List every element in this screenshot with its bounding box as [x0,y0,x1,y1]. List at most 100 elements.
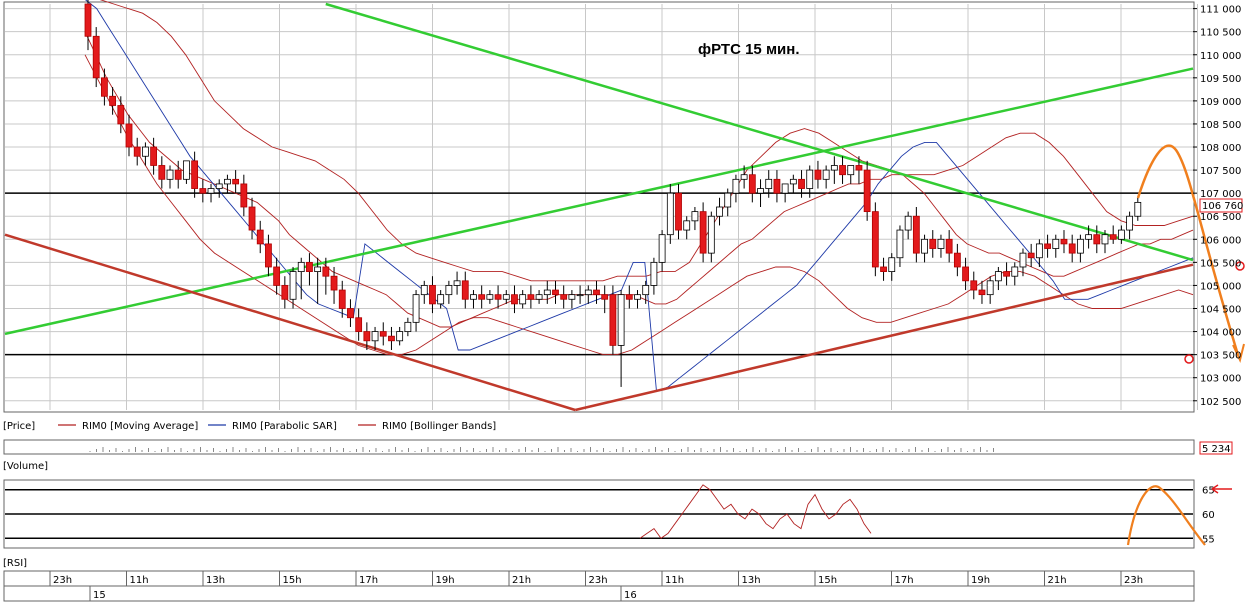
candle-bear [511,294,518,305]
candle-bear [199,188,207,194]
time-label: 15h [283,575,302,586]
candle-bull [683,220,691,231]
candle-bear [609,294,617,346]
candle-bull [789,178,797,185]
candle-bear [478,294,486,300]
candle-bear [929,238,937,249]
candle-bear [133,146,141,157]
candle-bear [125,123,133,148]
rsi-tick-label: 65 [1202,486,1215,497]
legend-item: RIM0 [Parabolic SAR] [232,421,337,432]
price-panel-label: [Price] [3,421,35,432]
candle-bull [166,169,174,180]
rsi-tick-label: 60 [1202,510,1215,521]
candle-bull [207,188,215,194]
y-tick-label: 108 000 [1200,143,1241,154]
y-tick-label: 108 500 [1200,120,1241,131]
day-axis [3,585,1195,602]
candle-bear [552,289,559,296]
candle-bear [1093,234,1101,245]
candle-bear [773,178,781,194]
candle-bull [642,285,650,296]
candle-bull [740,174,748,180]
time-label: 19h [971,575,990,586]
candle-bull [617,294,625,346]
candle-bull [1035,243,1043,259]
candle-bear [355,317,363,332]
candle-bear [232,178,240,185]
candle-bear [306,261,313,272]
y-tick-label: 111 000 [1200,5,1241,16]
candle-bull [142,146,149,157]
candle-bear [1068,243,1076,254]
candle-bull [716,206,723,217]
candle-bull [289,271,297,300]
time-label: 17h [895,575,914,586]
candle-bear [174,169,182,180]
candle-bull [437,294,445,305]
y-tick-label: 102 500 [1200,397,1241,408]
time-label: 23h [589,575,608,586]
candle-bear [461,280,469,300]
candle-bear [839,165,846,176]
candle-bull [937,238,945,249]
candle-bear [593,289,600,296]
candle-bull [215,183,223,189]
legend-item: RIM0 [Bollinger Bands] [382,421,496,432]
candle-bear [953,252,961,268]
candle-bear [814,169,822,180]
candle-bull [1117,229,1125,240]
candle-bull [1134,201,1142,217]
legend: RIM0 [Moving Average] RIM0 [Parabolic SAR… [58,421,496,432]
candle-bull [757,188,764,194]
time-label: 19h [436,575,455,586]
time-label: 21h [512,575,531,586]
candle-bull [396,331,404,342]
candle-bull [888,257,896,272]
candle-bull [994,271,1002,282]
candle-bear [1109,234,1117,240]
candle-bull [1011,266,1019,277]
candle-bear [970,280,978,291]
candle-bull [1052,238,1060,249]
candle-bull [806,169,814,189]
y-tick-label: 103 000 [1200,374,1241,385]
candle-bull [420,285,428,296]
candle-bear [150,146,158,166]
candle-bull [297,261,305,272]
candle-bear [240,183,248,208]
candle-bull [183,160,190,180]
candle-bull [470,294,477,300]
time-label: 21h [1048,575,1067,586]
candle-bear [191,160,199,189]
candle-bull [781,183,789,194]
candle-bear [429,285,436,305]
candle-bear [601,294,609,300]
candle-bull [1076,238,1084,254]
y-tick-label: 107 500 [1200,166,1241,177]
y-tick-label: 109 500 [1200,74,1241,85]
candle-bear [912,215,920,254]
candle-bull [921,238,928,254]
candle-bull [584,289,592,296]
candle-bear [338,289,346,309]
candle-bear [748,174,756,194]
chart-title: фРТС 15 мин. [698,41,800,58]
candle-bear [625,294,633,300]
candle-bull [1101,234,1109,245]
candle-bull [666,192,674,236]
candle-bull [1085,234,1092,240]
candle-bear [1044,243,1051,249]
candle-bear [101,77,108,97]
y-tick-label: 110 000 [1200,51,1241,62]
candle-bull [314,266,322,272]
candle-bull [1019,252,1027,268]
y-tick-label: 105 000 [1200,281,1241,292]
candle-bear [330,275,338,291]
candle-bear [158,165,166,180]
legend-item: RIM0 [Moving Average] [82,421,198,432]
candle-bull [650,261,658,286]
candle-bull [724,192,732,208]
candle-bull [576,294,584,297]
y-tick-label: 103 500 [1200,351,1241,362]
